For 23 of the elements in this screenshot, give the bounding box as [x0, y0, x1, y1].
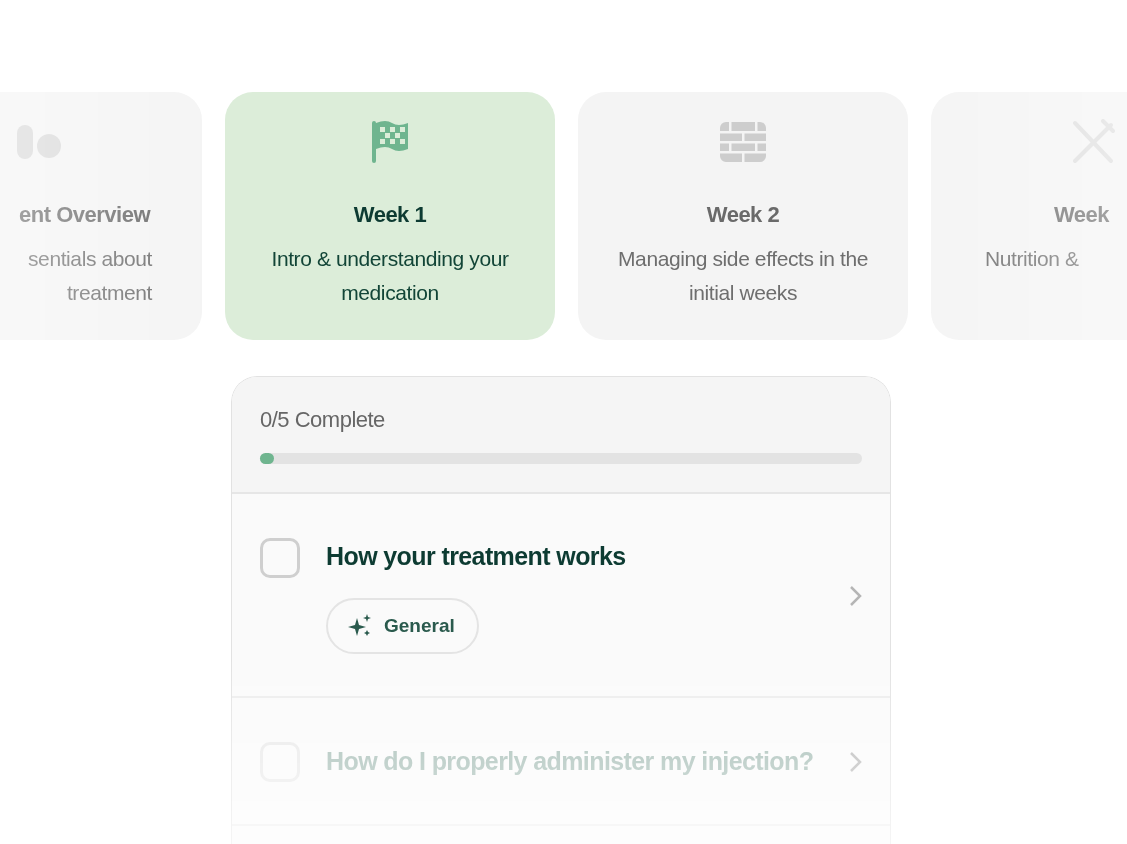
- category-tag: General: [326, 598, 479, 654]
- sparkle-icon: [348, 614, 372, 638]
- progress-label: 0/5 Complete: [260, 407, 386, 433]
- lesson-title: How do I properly administer my injection?: [326, 746, 815, 777]
- week-description: Managing side effects in the initial weeks: [617, 246, 869, 306]
- checkered-flag-icon: [370, 119, 410, 165]
- brick-wall-icon: [720, 122, 766, 162]
- week-title: Week 1: [353, 202, 427, 228]
- checkbox[interactable]: [260, 538, 300, 578]
- week-card[interactable]: Week 1 Intro & understanding your medication: [225, 92, 555, 340]
- chevron-right-icon: [848, 585, 862, 607]
- week-title: Week: [1054, 202, 1110, 228]
- week-description: Intro & understanding your medication: [270, 246, 510, 306]
- lesson-title: How your treatment works: [326, 541, 627, 572]
- week-title: ent Overview: [19, 202, 150, 228]
- week-card[interactable]: ent Overview sentials about treatment: [0, 92, 202, 340]
- week-title: Week 2: [706, 202, 780, 228]
- lesson-item[interactable]: How your treatment works General: [232, 494, 890, 698]
- week-card[interactable]: Week 2 Managing side effects in the initial weeks: [578, 92, 908, 340]
- chevron-right-icon: [848, 751, 862, 773]
- week-description: Nutrition &: [985, 246, 1079, 272]
- week-card[interactable]: Week Nutrition &: [931, 92, 1127, 340]
- week-description: sentials about treatment: [27, 246, 152, 306]
